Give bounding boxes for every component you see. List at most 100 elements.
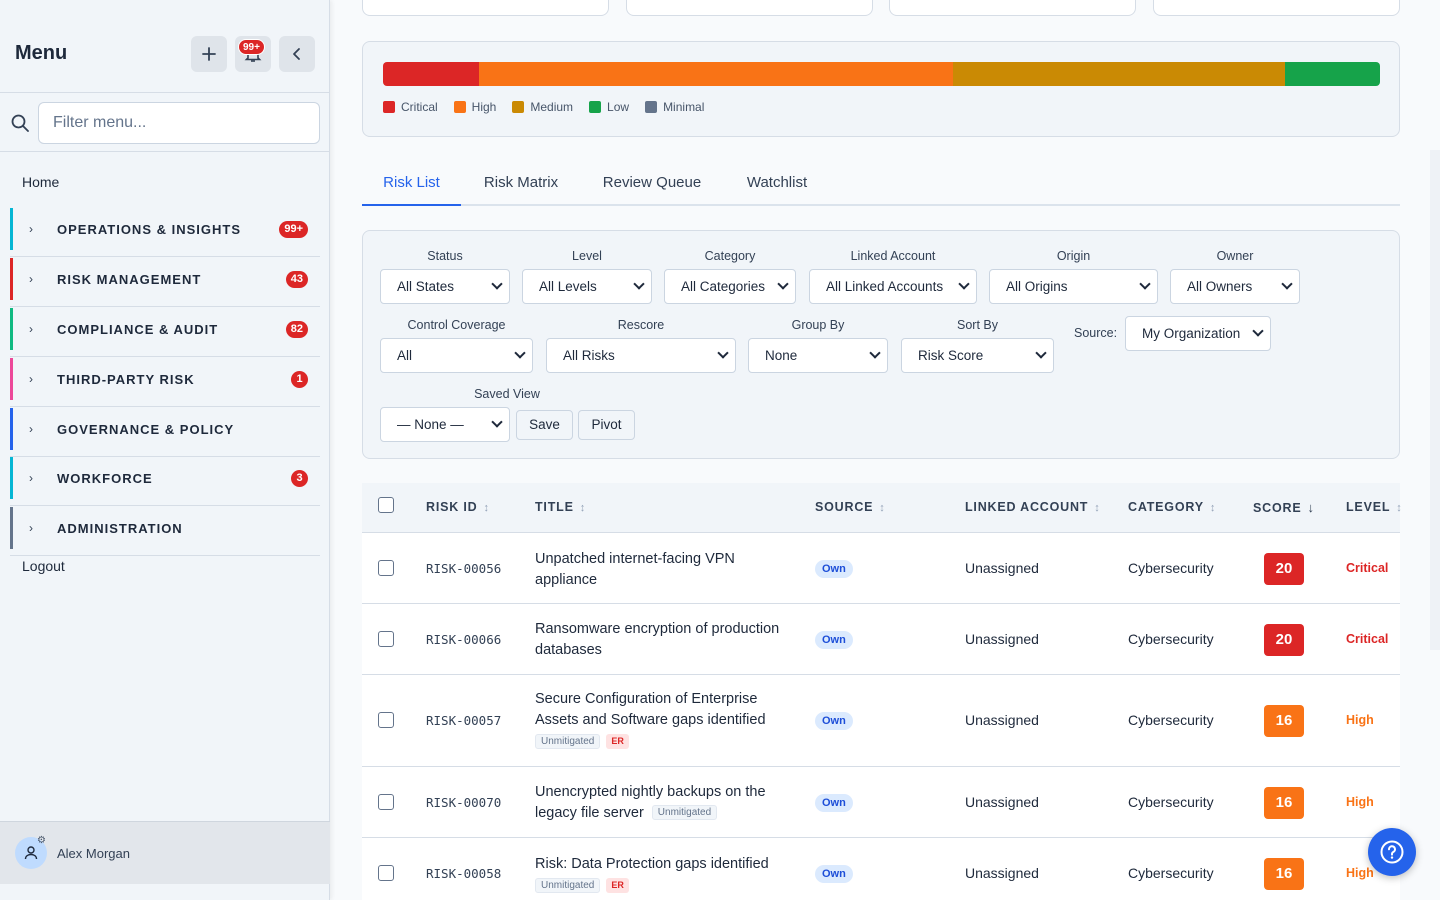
column-header-risk-id[interactable]: RISK ID ↕: [426, 500, 490, 514]
distribution-segment-low[interactable]: [1285, 62, 1380, 86]
linked-account-select-value: All Linked Accounts: [826, 279, 944, 294]
risk-title[interactable]: Secure Configuration of Enterprise Asset…: [535, 689, 785, 749]
status-select-value: All States: [397, 279, 455, 294]
sidebar-group-label: GOVERNANCE & POLICY: [57, 421, 235, 437]
sort-descending-icon: ↓: [1307, 500, 1315, 515]
status-select[interactable]: All States: [380, 269, 510, 304]
column-header-category[interactable]: CATEGORY ↕: [1128, 500, 1216, 514]
category-select[interactable]: All Categories: [664, 269, 796, 304]
level-label: High: [1346, 794, 1374, 809]
control-coverage-select-value: All: [397, 348, 413, 363]
column-header-source[interactable]: SOURCE ↕: [815, 500, 886, 514]
distribution-segment-medium[interactable]: [953, 62, 1286, 86]
control-coverage-select[interactable]: All: [380, 338, 533, 373]
legend-item[interactable]: Critical: [383, 100, 438, 114]
sidebar-group[interactable]: › RISK MANAGEMENT 43: [10, 258, 320, 300]
add-button[interactable]: [191, 36, 227, 72]
sidebar-group[interactable]: › OPERATIONS & INSIGHTS 99+: [10, 208, 320, 250]
risk-title[interactable]: Unencrypted nightly backups on the legac…: [535, 782, 785, 824]
legend-label: Low: [607, 100, 630, 114]
column-header-linked-account[interactable]: LINKED ACCOUNT ↕: [965, 500, 1101, 514]
sidebar-title: Menu: [15, 42, 68, 64]
save-view-button[interactable]: Save: [516, 410, 573, 440]
rescore-select[interactable]: All Risks: [546, 338, 736, 373]
row-checkbox[interactable]: [378, 793, 394, 810]
legend-item[interactable]: High: [453, 100, 496, 114]
sidebar-group[interactable]: › ADMINISTRATION: [10, 507, 320, 549]
chevron-right-icon: ›: [29, 322, 33, 336]
user-panel[interactable]: ⚙ Alex Morgan: [0, 821, 330, 884]
tab-watchlist[interactable]: Watchlist: [723, 160, 831, 206]
source-select-value: My Organization: [1142, 326, 1241, 341]
help-button[interactable]: [1368, 828, 1416, 876]
distribution-segment-high[interactable]: [478, 62, 954, 86]
legend-swatch: [453, 101, 466, 113]
sidebar-item-home[interactable]: Home: [22, 174, 59, 190]
legend-item[interactable]: Minimal: [645, 100, 704, 114]
risk-id[interactable]: RISK-00056: [426, 561, 501, 576]
sidebar-group[interactable]: › THIRD-PARTY RISK 1: [10, 358, 320, 400]
column-header-title-label: TITLE: [535, 500, 574, 514]
saved-view-select[interactable]: — None —: [380, 407, 510, 442]
risk-distribution-card: Critical High Medium Low Minimal: [362, 41, 1400, 137]
collapse-sidebar-button[interactable]: [279, 36, 315, 72]
risk-id[interactable]: RISK-00058: [426, 866, 501, 881]
sidebar-group[interactable]: › WORKFORCE 3: [10, 457, 320, 499]
category-filter-label: Category: [704, 249, 756, 263]
row-checkbox[interactable]: [378, 630, 394, 647]
level-label: High: [1346, 865, 1374, 880]
source-select[interactable]: My Organization: [1125, 316, 1271, 351]
sidebar-item-logout[interactable]: Logout: [22, 558, 65, 574]
sidebar-group[interactable]: › GOVERNANCE & POLICY: [10, 408, 320, 450]
risk-title[interactable]: Ransomware encryption of production data…: [535, 619, 785, 661]
risk-id[interactable]: RISK-00066: [426, 632, 501, 647]
chevron-right-icon: ›: [29, 471, 33, 485]
select-all-checkbox[interactable]: [378, 497, 394, 513]
risk-id[interactable]: RISK-00057: [426, 713, 501, 728]
table-row[interactable]: RISK-00058 Risk: Data Protection gaps ide…: [362, 838, 1400, 900]
level-select[interactable]: All Levels: [522, 269, 652, 304]
table-row[interactable]: RISK-00057 Secure Configuration of Enterp…: [362, 675, 1400, 767]
category: Cybersecurity: [1128, 712, 1214, 728]
filter-menu-input[interactable]: [38, 102, 320, 144]
sort-by-select[interactable]: Risk Score: [901, 338, 1054, 373]
page-scrollbar[interactable]: [1430, 150, 1440, 650]
linked-account: Unassigned: [965, 559, 1039, 576]
help-icon: [1380, 840, 1404, 864]
linked-account: Unassigned: [965, 864, 1039, 881]
sidebar-group[interactable]: › COMPLIANCE & AUDIT 82: [10, 308, 320, 350]
column-header-level[interactable]: LEVEL ↕: [1346, 500, 1403, 514]
chevron-down-icon: [633, 278, 645, 290]
risk-tags: Unmitigated ER: [535, 734, 785, 749]
table-row[interactable]: RISK-00066 Ransomware encryption of produ…: [362, 604, 1400, 675]
table-row[interactable]: RISK-00056 Unpatched internet-facing VPN …: [362, 533, 1400, 604]
risk-id[interactable]: RISK-00070: [426, 795, 501, 810]
linked-account-select[interactable]: All Linked Accounts: [809, 269, 977, 304]
chevron-right-icon: ›: [29, 521, 33, 535]
distribution-segment-critical[interactable]: [383, 62, 479, 86]
legend-item[interactable]: Medium: [512, 100, 573, 114]
origin-select-value: All Origins: [1006, 279, 1068, 294]
column-header-source-label: SOURCE: [815, 500, 874, 514]
owner-select[interactable]: All Owners: [1170, 269, 1300, 304]
column-header-title[interactable]: TITLE ↕: [535, 500, 586, 514]
column-header-category-label: CATEGORY: [1128, 500, 1204, 514]
group-by-select[interactable]: None: [748, 338, 888, 373]
pivot-button[interactable]: Pivot: [578, 410, 635, 440]
row-checkbox[interactable]: [378, 712, 394, 728]
row-checkbox[interactable]: [378, 559, 394, 576]
column-header-score[interactable]: SCORE ↓: [1253, 500, 1315, 515]
level-label: Critical: [1346, 560, 1389, 575]
summary-card: [362, 0, 609, 16]
group-by-filter: Group By None: [748, 318, 888, 378]
table-row[interactable]: RISK-00070 Unencrypted nightly backups on…: [362, 767, 1400, 838]
risk-title[interactable]: Unpatched internet-facing VPN appliance: [535, 549, 785, 591]
legend-item[interactable]: Low: [589, 100, 629, 114]
rescore-filter: Rescore All Risks: [546, 318, 736, 378]
tab-risk-matrix[interactable]: Risk Matrix: [461, 160, 581, 206]
row-checkbox[interactable]: [378, 864, 394, 881]
origin-select[interactable]: All Origins: [989, 269, 1158, 304]
tab-review-queue[interactable]: Review Queue: [581, 160, 723, 206]
tab-risk-list[interactable]: Risk List: [362, 160, 461, 206]
risk-title[interactable]: Risk: Data Protection gaps identified Unm…: [535, 854, 785, 893]
